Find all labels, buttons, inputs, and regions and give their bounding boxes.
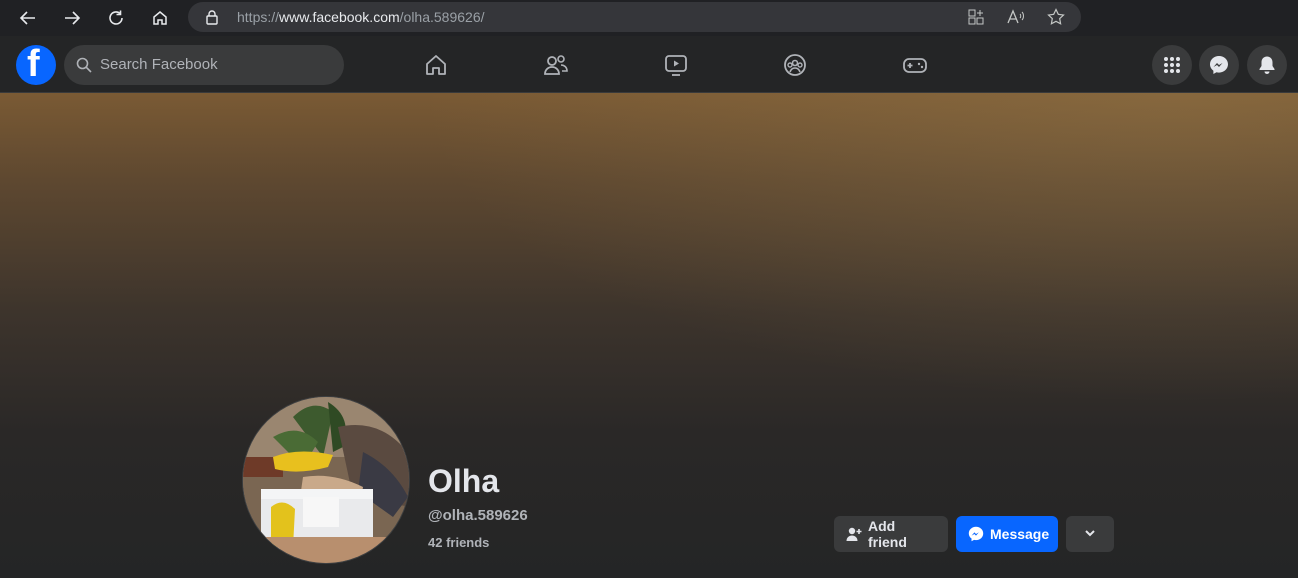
menu-grid-icon[interactable] xyxy=(1152,45,1192,85)
bell-icon[interactable] xyxy=(1247,45,1287,85)
search-icon xyxy=(76,57,92,78)
more-options-button[interactable] xyxy=(1066,516,1114,552)
watch-icon[interactable] xyxy=(656,45,696,85)
chevron-down-icon xyxy=(1084,526,1096,542)
messenger-icon[interactable] xyxy=(1199,45,1239,85)
favorite-icon[interactable] xyxy=(1046,7,1066,27)
lock-icon[interactable] xyxy=(205,9,219,30)
add-friend-icon xyxy=(846,526,862,542)
message-label: Message xyxy=(990,526,1050,542)
address-bar[interactable]: https://www.facebook.com/olha.589626/ xyxy=(188,2,1081,32)
add-friend-label: Add friend xyxy=(868,518,907,550)
message-button[interactable]: Message xyxy=(956,516,1058,552)
add-friend-button[interactable]: Add friend xyxy=(834,516,948,552)
logo-letter: f xyxy=(27,43,40,85)
url-path: /olha.589626/ xyxy=(399,9,485,25)
profile-name: Olha xyxy=(428,463,500,499)
gaming-icon[interactable] xyxy=(895,45,935,85)
friends-count[interactable]: 42 friends xyxy=(428,535,489,550)
messenger-icon xyxy=(968,526,984,542)
nav-home-icon[interactable] xyxy=(416,45,456,85)
url-host: www.facebook.com xyxy=(279,9,400,25)
friends-icon[interactable] xyxy=(536,45,576,85)
search-input[interactable]: Search Facebook xyxy=(64,45,344,85)
profile-handle: @olha.589626 xyxy=(428,507,528,524)
url-prefix: https:// xyxy=(237,9,280,25)
refresh-icon[interactable] xyxy=(102,4,130,32)
url-text[interactable]: https://www.facebook.com/olha.589626/ xyxy=(237,9,485,25)
facebook-header: f Search Facebook xyxy=(0,36,1298,93)
search-placeholder: Search Facebook xyxy=(100,56,218,73)
forward-icon[interactable] xyxy=(58,4,86,32)
avatar[interactable] xyxy=(242,396,410,564)
read-aloud-icon[interactable] xyxy=(1006,7,1026,27)
facebook-logo[interactable]: f xyxy=(16,43,56,85)
groups-icon[interactable] xyxy=(775,45,815,85)
browser-toolbar: https://www.facebook.com/olha.589626/ xyxy=(0,0,1298,36)
grid-icon[interactable] xyxy=(966,7,986,27)
back-icon[interactable] xyxy=(14,4,42,32)
cover-photo[interactable] xyxy=(0,93,1298,578)
home-icon[interactable] xyxy=(146,4,174,32)
avatar-photo xyxy=(243,397,409,563)
